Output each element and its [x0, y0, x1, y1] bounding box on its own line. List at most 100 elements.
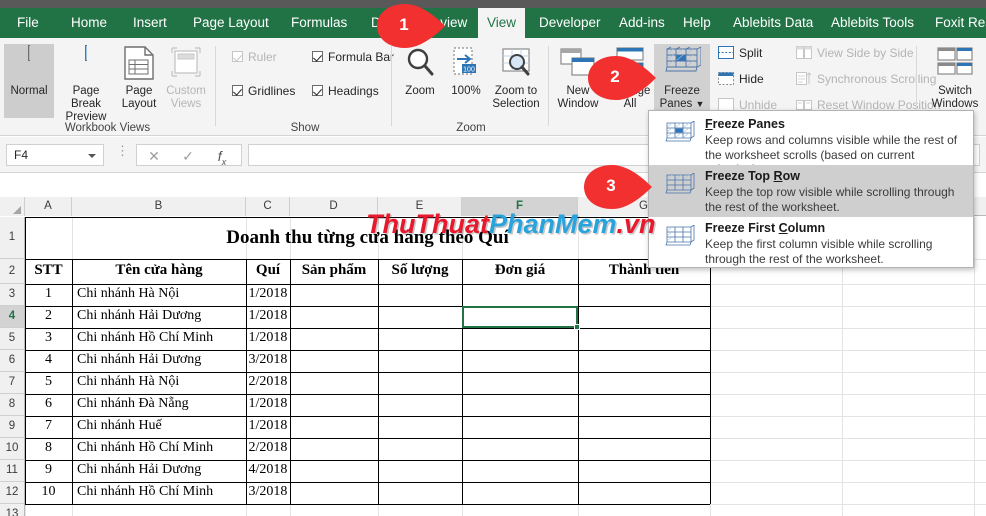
cell-r10-c2[interactable]: 2/2018	[246, 438, 290, 460]
cell-r9-c6[interactable]	[578, 416, 710, 438]
cell-r12-c6[interactable]	[578, 482, 710, 504]
column-header-A[interactable]: A	[25, 197, 72, 216]
insert-function-icon[interactable]: fx	[205, 147, 239, 167]
ribbon-tab-insert[interactable]: Insert	[124, 8, 176, 38]
cell-r7-c2[interactable]: 2/2018	[246, 372, 290, 394]
page-layout-view-button[interactable]: Page Layout	[118, 44, 160, 118]
cell-r8-c0[interactable]: 6	[25, 394, 72, 416]
formula-bar-handle[interactable]: ⋮	[116, 144, 129, 157]
row-header-8[interactable]: 8	[0, 394, 25, 416]
cell-r9-c1[interactable]: Chi nhánh Huế	[72, 416, 246, 438]
cell-r5-c3[interactable]	[290, 328, 378, 350]
cell-r11-c1[interactable]: Chi nhánh Hải Dương	[72, 460, 246, 482]
cell-r11-c4[interactable]	[378, 460, 462, 482]
zoom-button[interactable]: Zoom	[396, 44, 444, 118]
checkbox-headings[interactable]: Headings	[312, 84, 379, 98]
cell-r10-c4[interactable]	[378, 438, 462, 460]
ribbon-tab-add-ins[interactable]: Add-ins	[610, 8, 674, 38]
cell-r4-c0[interactable]: 2	[25, 306, 72, 328]
row-header-1[interactable]: 1	[0, 217, 25, 259]
column-header-C[interactable]: C	[246, 197, 290, 216]
cell-r10-c0[interactable]: 8	[25, 438, 72, 460]
cell-r11-c6[interactable]	[578, 460, 710, 482]
checkbox-gridlines[interactable]: Gridlines	[232, 84, 295, 98]
checkbox-formula-bar[interactable]: Formula Bar	[312, 50, 394, 64]
ribbon-tab-ablebits-tools[interactable]: Ablebits Tools	[822, 8, 923, 38]
checkbox-ruler[interactable]: Ruler	[232, 50, 277, 64]
cell-r5-c1[interactable]: Chi nhánh Hồ Chí Minh	[72, 328, 246, 350]
cell-r5-c4[interactable]	[378, 328, 462, 350]
row-header-6[interactable]: 6	[0, 350, 25, 372]
cell-r8-c6[interactable]	[578, 394, 710, 416]
column-header-D[interactable]: D	[290, 197, 378, 216]
menu-item-freeze-top-row[interactable]: Freeze Top Row Keep the top row visible w…	[649, 165, 973, 217]
cell-r6-c1[interactable]: Chi nhánh Hải Dương	[72, 350, 246, 372]
cell-r6-c0[interactable]: 4	[25, 350, 72, 372]
ribbon-tab-help[interactable]: Help	[674, 8, 720, 38]
cell-table-header-3[interactable]: Sản phẩm	[290, 259, 378, 284]
cell-r7-c6[interactable]	[578, 372, 710, 394]
cell-r8-c4[interactable]	[378, 394, 462, 416]
row-header-7[interactable]: 7	[0, 372, 25, 394]
cell-r3-c1[interactable]: Chi nhánh Hà Nội	[72, 284, 246, 306]
row-header-9[interactable]: 9	[0, 416, 25, 438]
cell-r7-c0[interactable]: 5	[25, 372, 72, 394]
ribbon-tab-view[interactable]: View	[478, 8, 526, 38]
cell-r6-c2[interactable]: 3/2018	[246, 350, 290, 372]
ribbon-tab-home[interactable]: Home	[62, 8, 116, 38]
cell-r11-c2[interactable]: 4/2018	[246, 460, 290, 482]
ribbon-tab-developer[interactable]: Developer	[530, 8, 610, 38]
row-header-13[interactable]: 13	[0, 504, 25, 516]
menu-item-freeze-first-column[interactable]: Freeze First Column Keep the first column…	[649, 217, 973, 267]
row-header-12[interactable]: 12	[0, 482, 25, 504]
enter-check-icon[interactable]: ✓	[171, 147, 205, 165]
custom-views-button[interactable]: Custom Views	[162, 44, 210, 118]
cell-table-header-5[interactable]: Đơn giá	[462, 259, 578, 284]
cell-r10-c6[interactable]	[578, 438, 710, 460]
cell-r3-c4[interactable]	[378, 284, 462, 306]
cell-r10-c5[interactable]	[462, 438, 578, 460]
cell-r9-c2[interactable]: 1/2018	[246, 416, 290, 438]
cell-r4-c5[interactable]	[462, 306, 578, 328]
cell-r4-c2[interactable]: 1/2018	[246, 306, 290, 328]
cell-r6-c3[interactable]	[290, 350, 378, 372]
row-header-5[interactable]: 5	[0, 328, 25, 350]
button-hide[interactable]: Hide	[718, 72, 764, 86]
cell-r6-c5[interactable]	[462, 350, 578, 372]
page-break-preview-button[interactable]: Page Break Preview	[56, 44, 116, 123]
cell-r9-c0[interactable]: 7	[25, 416, 72, 438]
cell-r11-c0[interactable]: 9	[25, 460, 72, 482]
row-header-11[interactable]: 11	[0, 460, 25, 482]
cell-r12-c4[interactable]	[378, 482, 462, 504]
cell-r3-c0[interactable]: 1	[25, 284, 72, 306]
ribbon-tab-page-layout[interactable]: Page Layout	[184, 8, 278, 38]
zoom-to-selection-button[interactable]: Zoom to Selection	[488, 44, 544, 118]
chevron-down-icon[interactable]	[88, 154, 96, 158]
ribbon-tab-ablebits-data[interactable]: Ablebits Data	[724, 8, 822, 38]
cell-r7-c4[interactable]	[378, 372, 462, 394]
cell-r8-c3[interactable]	[290, 394, 378, 416]
cell-r7-c3[interactable]	[290, 372, 378, 394]
row-header-2[interactable]: 2	[0, 259, 25, 284]
name-box[interactable]: F4	[6, 144, 104, 166]
cell-r11-c5[interactable]	[462, 460, 578, 482]
cell-table-header-4[interactable]: Số lượng	[378, 259, 462, 284]
select-all-corner[interactable]	[0, 197, 25, 216]
freeze-panes-button[interactable]: Freeze Panes ▼	[654, 44, 710, 118]
ribbon-tab-foxit-reader[interactable]: Foxit Reader	[926, 8, 986, 38]
ribbon-tab-formulas[interactable]: Formulas	[282, 8, 356, 38]
cell-r7-c1[interactable]: Chi nhánh Hà Nội	[72, 372, 246, 394]
cell-r6-c4[interactable]	[378, 350, 462, 372]
cell-r7-c5[interactable]	[462, 372, 578, 394]
zoom-100-button[interactable]: 100 100%	[444, 44, 488, 118]
button-view-side-by-side[interactable]: View Side by Side	[796, 46, 914, 60]
normal-view-button[interactable]: Normal	[4, 44, 54, 118]
cancel-icon[interactable]: ✕	[137, 147, 171, 165]
cell-r12-c5[interactable]	[462, 482, 578, 504]
cell-r10-c1[interactable]: Chi nhánh Hồ Chí Minh	[72, 438, 246, 460]
cell-r5-c0[interactable]: 3	[25, 328, 72, 350]
cell-r4-c6[interactable]	[578, 306, 710, 328]
cell-r4-c4[interactable]	[378, 306, 462, 328]
cell-r12-c1[interactable]: Chi nhánh Hồ Chí Minh	[72, 482, 246, 504]
cell-r9-c5[interactable]	[462, 416, 578, 438]
